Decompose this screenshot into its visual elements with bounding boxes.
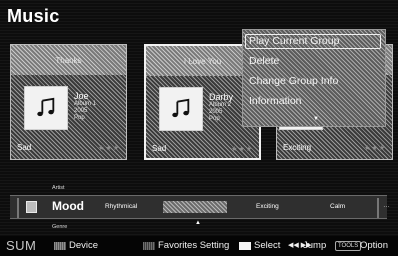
sum-label: SUM bbox=[6, 238, 37, 253]
track-meta: Joe Album 1 2005 Pop bbox=[74, 91, 126, 122]
music-app-screen: Music Thanks Joe Album 1 2005 Pop Sad ★★… bbox=[0, 0, 398, 256]
album-art bbox=[159, 87, 203, 131]
more-options-icon[interactable]: … bbox=[383, 202, 390, 209]
rating-stars: ★★★ bbox=[231, 146, 253, 153]
menu-item-delete[interactable]: Delete bbox=[249, 55, 279, 67]
sort-option-selected-highlight[interactable] bbox=[163, 201, 227, 213]
album-genre: Pop bbox=[74, 115, 85, 121]
scroll-down-icon[interactable]: ▼ bbox=[313, 116, 319, 122]
sort-category-area: Artist Mood Rhythmical Exciting Calm … ▲… bbox=[0, 185, 398, 233]
sort-option-exciting[interactable]: Exciting bbox=[256, 203, 279, 210]
artist-name: Joe bbox=[74, 91, 89, 101]
device-key-icon bbox=[54, 242, 66, 250]
divider bbox=[17, 198, 19, 218]
menu-item-change-group-info[interactable]: Change Group Info bbox=[249, 75, 338, 87]
divider bbox=[377, 198, 379, 218]
tools-key-icon: TOOLS bbox=[335, 241, 362, 251]
sort-option-calm[interactable]: Calm bbox=[330, 203, 345, 210]
sort-current-category[interactable]: Mood bbox=[52, 199, 84, 213]
album-name: Album 1 bbox=[74, 101, 97, 107]
music-note-icon bbox=[172, 98, 190, 118]
mood-label: Sad bbox=[152, 144, 167, 153]
remote-key-legend: SUM Device Favorites Setting Select ◀◀ ▶… bbox=[0, 236, 398, 256]
mood-label: Sad bbox=[17, 143, 32, 152]
selection-pointer-icon: ▲ bbox=[195, 220, 201, 226]
album-year: 2005 bbox=[74, 108, 88, 114]
sort-category-icon bbox=[26, 201, 37, 213]
select-key-icon bbox=[239, 242, 251, 250]
album-art bbox=[24, 86, 68, 130]
context-menu: Play Current Group Delete Change Group I… bbox=[242, 29, 386, 127]
menu-item-information[interactable]: Information bbox=[249, 95, 302, 107]
sort-option-rhythmical[interactable]: Rhythmical bbox=[105, 203, 137, 210]
page-title: Music bbox=[7, 6, 60, 26]
favorites-key-icon bbox=[143, 242, 155, 250]
select-label[interactable]: Select bbox=[254, 240, 280, 251]
sort-next-label[interactable]: Genre bbox=[52, 224, 67, 230]
rating-stars: ★★★ bbox=[364, 145, 386, 152]
jump-label[interactable]: Jump bbox=[303, 240, 326, 251]
card-title: Thanks bbox=[11, 45, 126, 75]
menu-item-play-current-group[interactable]: Play Current Group bbox=[245, 34, 381, 49]
music-card[interactable]: Thanks Joe Album 1 2005 Pop Sad ★★★ bbox=[10, 44, 127, 160]
mood-label: Exciting bbox=[283, 143, 312, 152]
music-note-icon bbox=[37, 97, 55, 117]
option-label[interactable]: Option bbox=[360, 240, 388, 251]
device-label[interactable]: Device bbox=[69, 240, 98, 251]
favorites-setting-label[interactable]: Favorites Setting bbox=[158, 240, 229, 251]
sort-bar: Mood Rhythmical Exciting Calm … ▲ bbox=[10, 195, 390, 226]
sort-prev-label[interactable]: Artist bbox=[52, 185, 65, 191]
rating-stars: ★★★ bbox=[98, 145, 120, 152]
